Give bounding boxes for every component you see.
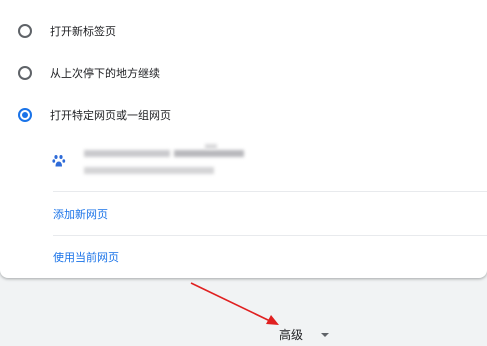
annotation-arrow <box>190 282 279 325</box>
advanced-label: 高级 <box>279 328 304 342</box>
advanced-toggle[interactable]: 高级 <box>279 326 330 343</box>
caret-down-icon <box>321 332 330 337</box>
